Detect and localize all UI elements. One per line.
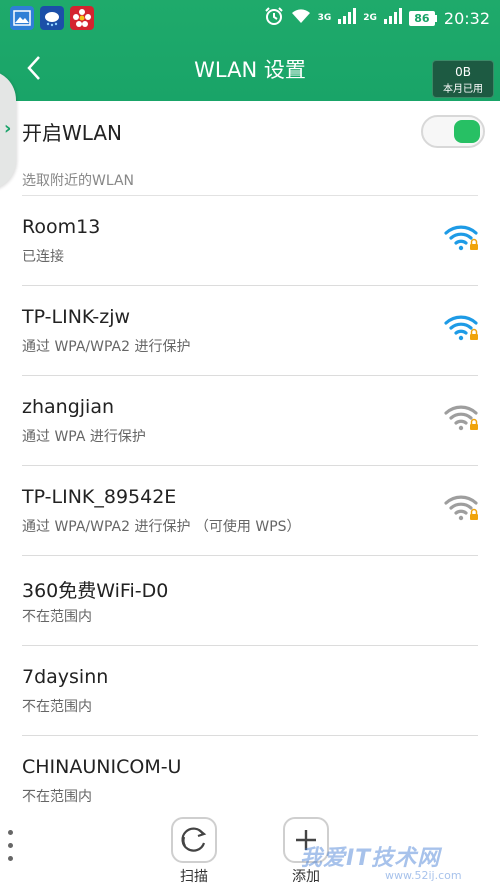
wlan-switch[interactable] [421, 115, 485, 148]
gallery-icon [10, 6, 34, 30]
network-name: Room13 [22, 216, 101, 238]
network-name: CHINAUNICOM-U [22, 756, 182, 778]
network-status: 不在范围内 [22, 609, 92, 625]
data-usage-value: 0B [455, 65, 471, 79]
battery-level: 86 [408, 10, 435, 26]
network-name: zhangjian [22, 396, 115, 418]
network-item[interactable]: TP-LINK-zjw 通过 WPA/WPA2 进行保护 [0, 286, 500, 376]
network-item[interactable]: zhangjian 通过 WPA 进行保护 [0, 376, 500, 466]
weather-icon [40, 6, 64, 30]
network-status: 已连接 [22, 249, 64, 265]
refresh-icon [181, 827, 207, 852]
network-item[interactable]: CHINAUNICOM-U 不在范围内 [0, 736, 500, 826]
network-status: 通过 WPA 进行保护 [22, 429, 146, 445]
section-title: 选取附近的WLAN [22, 173, 135, 189]
network-type-2: 2G [363, 13, 377, 23]
clock: 20:32 [443, 8, 490, 28]
battery-indicator: 86 [408, 10, 437, 26]
wifi-status-icon [291, 8, 311, 28]
wifi-signal-strong-icon [444, 225, 478, 251]
network-item[interactable]: 360免费WiFi-D0 不在范围内 [0, 556, 500, 646]
network-status: 通过 WPA/WPA2 进行保护 （可使用 WPS） [22, 519, 301, 535]
battery-cap [434, 14, 437, 22]
data-usage-label: 本月已用 [443, 84, 483, 95]
wlan-toggle-row[interactable]: 开启WLAN [0, 101, 500, 161]
status-bar: 3G 2G 86 20:32 [0, 0, 500, 36]
network-name: 7daysinn [22, 666, 109, 688]
signal-icon-2 [383, 8, 402, 28]
network-status: 不在范围内 [22, 699, 92, 715]
network-item[interactable]: TP-LINK_89542E 通过 WPA/WPA2 进行保护 （可使用 WPS… [0, 466, 500, 556]
network-type-1: 3G [317, 13, 332, 23]
network-name: 360免费WiFi-D0 [22, 580, 169, 602]
network-item[interactable]: Room13 已连接 [0, 196, 500, 286]
wlan-toggle-label: 开启WLAN [22, 121, 123, 145]
network-name: TP-LINK-zjw [22, 306, 131, 328]
network-status: 通过 WPA/WPA2 进行保护 [22, 339, 191, 355]
network-item[interactable]: 7daysinn 不在范围内 [0, 646, 500, 736]
more-options-icon[interactable] [8, 830, 16, 869]
watermark-url: www.52ij.com [385, 869, 462, 882]
wifi-signal-weak-icon [444, 495, 478, 521]
signal-icon [338, 8, 357, 28]
page-title: WLAN 设置 [194, 58, 306, 82]
alarm-icon [264, 6, 284, 30]
watermark: 我爱IT技术网 [300, 846, 441, 871]
flower-app-icon [70, 6, 94, 30]
wlan-switch-knob [454, 120, 480, 143]
wifi-signal-weak-icon [444, 405, 478, 431]
network-name: TP-LINK_89542E [22, 486, 177, 508]
header: 3G 2G 86 20:32 WLAN 设置 0B 本月已用 [0, 0, 500, 101]
data-usage-badge[interactable]: 0B 本月已用 [432, 60, 494, 98]
scan-label: 扫描 [180, 869, 208, 885]
action-bar: WLAN 设置 0B 本月已用 [0, 36, 500, 101]
scan-button[interactable] [171, 817, 217, 863]
network-status: 不在范围内 [22, 789, 92, 805]
wifi-signal-strong-icon [444, 315, 478, 341]
